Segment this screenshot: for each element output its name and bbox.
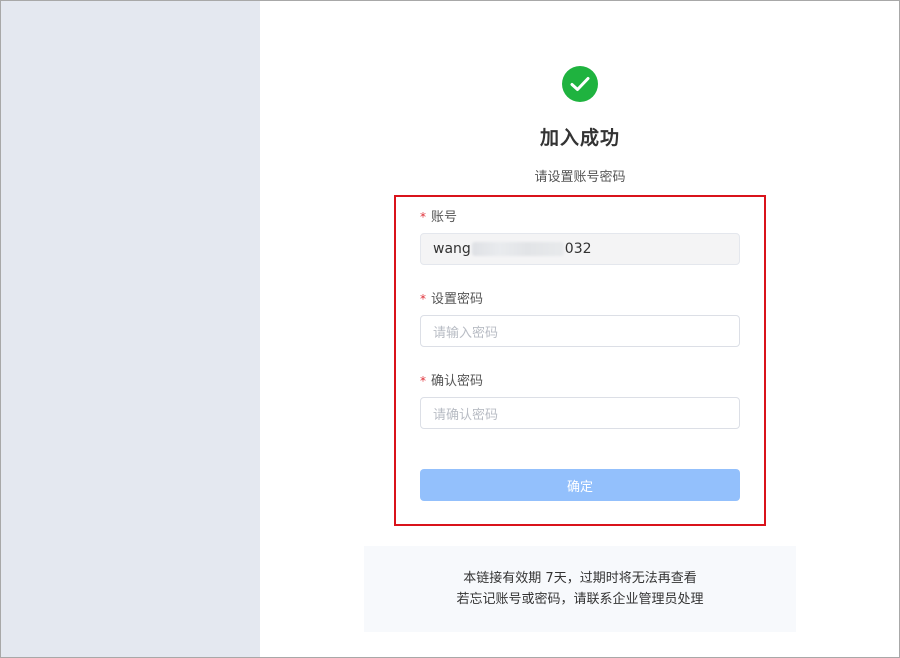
confirm-button[interactable]: 确定 bbox=[420, 469, 740, 501]
page-title: 加入成功 bbox=[539, 127, 620, 149]
account-value-prefix: wang bbox=[433, 241, 471, 257]
confirm-password-input[interactable]: 请确认密码 bbox=[420, 397, 740, 429]
redacted-mask bbox=[471, 242, 564, 256]
notice-line-1: 本链接有效期 7天，过期时将无法再查看 bbox=[463, 571, 697, 586]
account-value-suffix: 032 bbox=[564, 241, 592, 257]
notice-box: 本链接有效期 7天，过期时将无法再查看 若忘记账号或密码，请联系企业管理员处理 bbox=[364, 546, 796, 632]
notice-line-2: 若忘记账号或密码，请联系企业管理员处理 bbox=[456, 592, 704, 607]
confirm-password-label: * 确认密码 bbox=[420, 370, 483, 389]
required-mark: * bbox=[420, 292, 426, 306]
required-mark: * bbox=[420, 210, 426, 224]
password-label-text: 设置密码 bbox=[431, 292, 484, 307]
confirm-password-placeholder: 请确认密码 bbox=[433, 407, 499, 423]
page-subtitle: 请设置账号密码 bbox=[534, 170, 626, 185]
account-label-text: 账号 bbox=[431, 210, 458, 225]
left-panel bbox=[1, 1, 260, 657]
checkmark-glyph bbox=[570, 77, 590, 91]
password-placeholder: 请输入密码 bbox=[433, 325, 499, 341]
account-field: wang 032 bbox=[420, 233, 740, 265]
confirm-password-label-text: 确认密码 bbox=[431, 374, 484, 389]
password-input[interactable]: 请输入密码 bbox=[420, 315, 740, 347]
password-label: * 设置密码 bbox=[420, 288, 483, 307]
account-label: * 账号 bbox=[420, 206, 457, 225]
check-circle-icon bbox=[562, 66, 598, 102]
required-mark: * bbox=[420, 374, 426, 388]
